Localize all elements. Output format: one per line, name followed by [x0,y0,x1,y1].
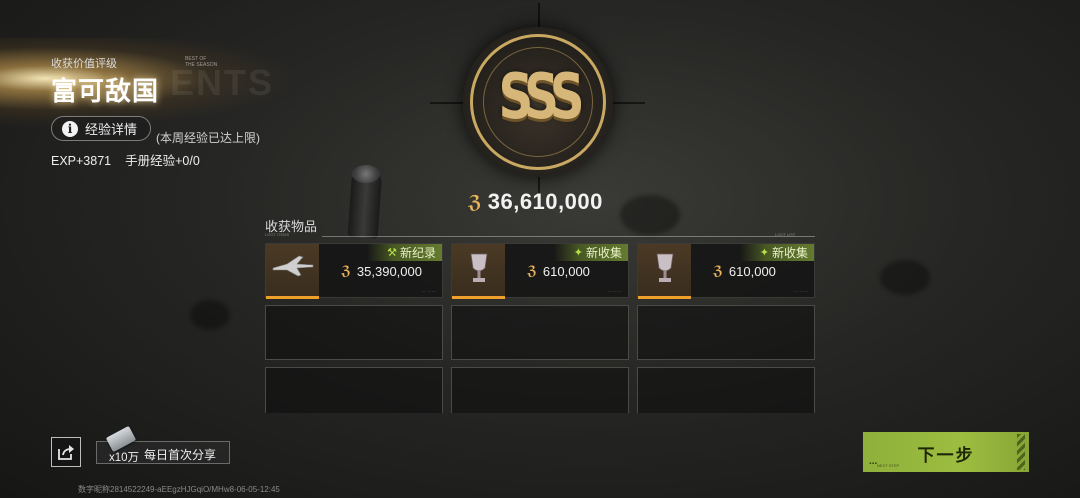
info-icon: i [62,120,78,137]
background-debris [880,260,930,295]
fighter-jet-icon [266,252,319,285]
item-thumbnail [452,244,505,299]
item-price-row: ℨ 610,000 [713,264,776,279]
item-fine-print: — — — [793,288,808,293]
items-title-fine-print: LOOT ITEMS [265,232,290,237]
badge-fine-print: BEST OF THE SEASON [185,56,218,68]
trophy-icon [638,252,691,293]
exp-gain-row: EXP+3871 手册经验+0/0 [51,150,200,169]
reward-quantity: x10万 [109,452,140,464]
empty-item-slot [451,367,629,413]
button-stripes [1017,434,1025,470]
background-watermark: ENTS [170,62,275,103]
total-value: 36,610,000 [487,189,603,214]
currency-icon: ℨ [527,264,537,279]
exp-details-label: 经验详情 [85,122,138,137]
share-icon [58,445,74,460]
item-tag-label: 新收集 [771,246,808,260]
empty-item-slot [451,305,629,360]
grade-text: SSS [498,60,584,133]
share-button[interactable] [51,437,81,467]
exp-gain: EXP+3871 [51,154,112,168]
sparkle-icon: ✦ [759,247,769,259]
item-price: 610,000 [542,264,590,279]
rating-label: 收获价值评级 [51,58,117,70]
exp-limit-note: (本周经验已达上限) [156,131,260,145]
empty-item-slot [265,367,443,413]
item-thumbnail [266,244,319,299]
item-cell[interactable]: ✦ 新收集 ℨ 610,000 — — — [637,243,815,299]
empty-item-slot [637,305,815,360]
item-cell[interactable]: ✦ 新收集 ℨ 610,000 — — — [451,243,629,299]
currency-icon: ℨ [713,264,723,279]
background-debris [190,300,230,330]
item-cell[interactable]: ⚒ 新纪录 ℨ 35,390,000 — — — [265,243,443,299]
currency-icon: ℨ [341,264,351,279]
trophy-icon [452,252,505,293]
items-divider [322,236,815,237]
item-tag: ⚒ 新纪录 [367,244,442,261]
next-step-button[interactable]: ... NEXT STEP 下一步 [863,432,1029,472]
item-price-row: ℨ 610,000 [527,264,590,279]
hammer-icon: ⚒ [387,247,397,259]
item-price: 610,000 [728,264,776,279]
background-debris [620,195,680,235]
items-divider-tag: LOOT LIST [775,232,796,237]
currency-icon: ℨ [468,191,482,213]
rating-value: 富可敌国 [51,76,160,106]
item-fine-print: — — — [421,288,436,293]
item-tag: ✦ 新收集 [553,244,628,261]
items-grid: ⚒ 新纪录 ℨ 35,390,000 — — — ✦ 新收集 ℨ 610,000 — —… [265,243,815,413]
total-value-row: ℨ 36,610,000 [468,189,603,215]
item-tag-label: 新收集 [585,246,622,260]
empty-item-slot [265,305,443,360]
empty-item-slot [637,367,815,413]
item-thumbnail [638,244,691,299]
item-tag-label: 新纪录 [399,246,436,260]
handbook-exp: 手册经验+0/0 [125,154,200,168]
player-id-watermark: 数字昵称2814522249-aEEgzHJGqiO/MHw8-06-05-12… [78,485,280,494]
item-tag: ✦ 新收集 [739,244,814,261]
item-price-row: ℨ 35,390,000 [341,264,422,279]
reward-text: 每日首次分享 [144,448,217,462]
item-price: 35,390,000 [356,264,422,279]
next-step-label: 下一步 [917,446,975,465]
bullet-shell-cap [352,165,380,183]
item-fine-print: — — — [607,288,622,293]
sparkle-icon: ✦ [573,247,583,259]
exp-details-button[interactable]: i 经验详情 [51,116,151,141]
